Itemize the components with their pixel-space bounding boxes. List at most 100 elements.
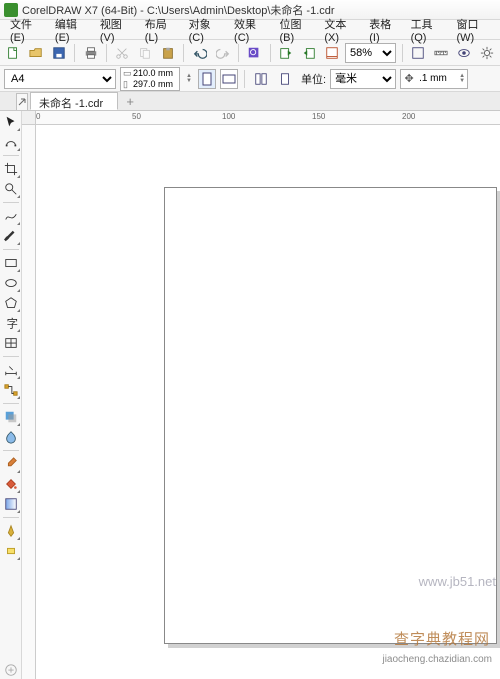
toolbar-sep bbox=[74, 44, 75, 62]
menu-layout[interactable]: 布局(L) bbox=[139, 14, 181, 46]
import-button[interactable] bbox=[277, 43, 296, 63]
crop-icon bbox=[4, 162, 18, 176]
ellipse-icon bbox=[4, 276, 18, 290]
tool-outline[interactable] bbox=[2, 522, 20, 540]
tool-transparency[interactable] bbox=[2, 428, 20, 446]
tool-quick-customize[interactable] bbox=[2, 661, 20, 679]
ruler-tick: 50 bbox=[132, 112, 141, 121]
search-button[interactable] bbox=[245, 43, 264, 63]
print-button[interactable] bbox=[81, 43, 100, 63]
tool-dimension[interactable] bbox=[2, 361, 20, 379]
horizontal-ruler[interactable]: 0 50 100 150 200 bbox=[36, 111, 500, 125]
tab-anchor-icon[interactable] bbox=[16, 93, 28, 110]
tool-zoom[interactable] bbox=[2, 180, 20, 198]
units-label: 单位: bbox=[301, 71, 326, 87]
menu-file[interactable]: 文件(E) bbox=[4, 14, 47, 46]
watermark-url: www.jb51.net bbox=[419, 574, 496, 589]
vertical-ruler[interactable] bbox=[22, 125, 36, 679]
undo-button[interactable] bbox=[190, 43, 209, 63]
nudge-input[interactable] bbox=[417, 70, 457, 88]
dimension-icon bbox=[4, 363, 18, 377]
current-page-button[interactable] bbox=[275, 69, 295, 89]
dim-spinner[interactable]: ▲▼ bbox=[184, 74, 194, 84]
preview-button[interactable] bbox=[454, 43, 473, 63]
paper-size-select[interactable]: A4 bbox=[4, 69, 116, 89]
menu-edit[interactable]: 编辑(E) bbox=[49, 14, 92, 46]
text-icon: 字 bbox=[4, 316, 18, 330]
smartfill-icon bbox=[4, 497, 18, 511]
rectangle-icon bbox=[4, 256, 18, 270]
portrait-icon bbox=[202, 72, 212, 86]
rulers-button[interactable] bbox=[432, 43, 451, 63]
menu-object[interactable]: 对象(C) bbox=[183, 14, 226, 46]
tool-polygon[interactable] bbox=[2, 294, 20, 312]
landscape-icon bbox=[222, 74, 236, 84]
property-bar: A4 ▭ ▯ ▲▼ 单位: 毫米 ✥ ▲▼ bbox=[0, 66, 500, 92]
tool-table[interactable] bbox=[2, 334, 20, 352]
tool-dropshadow[interactable] bbox=[2, 408, 20, 426]
page-height-input[interactable] bbox=[133, 79, 177, 89]
tool-smartfill[interactable] bbox=[2, 495, 20, 513]
watermark-domain: jiaocheng.chazidian.com bbox=[382, 654, 492, 665]
tool-eyedropper[interactable] bbox=[2, 455, 20, 473]
tool-pick[interactable] bbox=[2, 113, 20, 131]
printer-icon bbox=[84, 46, 98, 60]
page-width-input[interactable] bbox=[133, 68, 177, 78]
menu-bitmap[interactable]: 位图(B) bbox=[273, 14, 316, 46]
tool-crop[interactable] bbox=[2, 160, 20, 178]
menu-tools[interactable]: 工具(Q) bbox=[405, 14, 449, 46]
rulers-icon bbox=[434, 46, 448, 60]
tool-connector[interactable] bbox=[2, 381, 20, 399]
menu-table[interactable]: 表格(I) bbox=[363, 14, 402, 46]
tab-document[interactable]: 未命名 -1.cdr bbox=[30, 92, 118, 110]
all-pages-button[interactable] bbox=[251, 69, 271, 89]
brush-icon bbox=[4, 229, 18, 243]
publish-button[interactable] bbox=[322, 43, 341, 63]
tool-ellipse[interactable] bbox=[2, 274, 20, 292]
zoom-select[interactable]: 58% bbox=[345, 43, 396, 63]
ruler-tick: 150 bbox=[312, 112, 325, 121]
paste-button[interactable] bbox=[159, 43, 178, 63]
transparency-icon bbox=[4, 430, 18, 444]
pages-icon bbox=[254, 72, 268, 86]
options-button[interactable] bbox=[477, 43, 496, 63]
redo-button[interactable] bbox=[213, 43, 232, 63]
fullscreen-button[interactable] bbox=[409, 43, 428, 63]
pen-icon bbox=[4, 524, 18, 538]
add-tab-button[interactable]: + bbox=[122, 94, 138, 110]
save-button[interactable] bbox=[50, 43, 69, 63]
tool-rectangle[interactable] bbox=[2, 254, 20, 272]
menu-text[interactable]: 文本(X) bbox=[318, 14, 361, 46]
copy-button[interactable] bbox=[136, 43, 155, 63]
nudge-spinner[interactable]: ▲▼ bbox=[457, 74, 467, 84]
units-select[interactable]: 毫米 bbox=[330, 69, 396, 89]
menu-window[interactable]: 窗口(W) bbox=[451, 14, 496, 46]
tool-artistic[interactable] bbox=[2, 227, 20, 245]
tool-shape[interactable] bbox=[2, 133, 20, 151]
cut-button[interactable] bbox=[113, 43, 132, 63]
menu-view[interactable]: 视图(V) bbox=[94, 14, 137, 46]
tool-text[interactable]: 字 bbox=[2, 314, 20, 332]
export-icon bbox=[302, 46, 316, 60]
tool-freehand[interactable] bbox=[2, 207, 20, 225]
ruler-origin[interactable] bbox=[22, 111, 36, 125]
gear-icon bbox=[480, 46, 494, 60]
shape-edit-icon bbox=[4, 135, 18, 149]
save-icon bbox=[52, 46, 66, 60]
menu-effect[interactable]: 效果(C) bbox=[228, 14, 271, 46]
toolbar-sep bbox=[244, 70, 245, 88]
export-button[interactable] bbox=[299, 43, 318, 63]
orientation-landscape-button[interactable] bbox=[220, 69, 238, 89]
height-icon: ▯ bbox=[123, 79, 131, 90]
canvas-view[interactable] bbox=[36, 125, 500, 679]
folder-open-icon bbox=[29, 46, 43, 60]
ruler-tick: 100 bbox=[222, 112, 235, 121]
tool-interactive[interactable] bbox=[2, 542, 20, 560]
tab-document-label: 未命名 -1.cdr bbox=[39, 98, 103, 110]
open-button[interactable] bbox=[27, 43, 46, 63]
new-button[interactable] bbox=[4, 43, 23, 63]
shadow-icon bbox=[4, 410, 18, 424]
eyedropper-icon bbox=[4, 457, 18, 471]
orientation-portrait-button[interactable] bbox=[198, 69, 216, 89]
tool-fill[interactable] bbox=[2, 475, 20, 493]
